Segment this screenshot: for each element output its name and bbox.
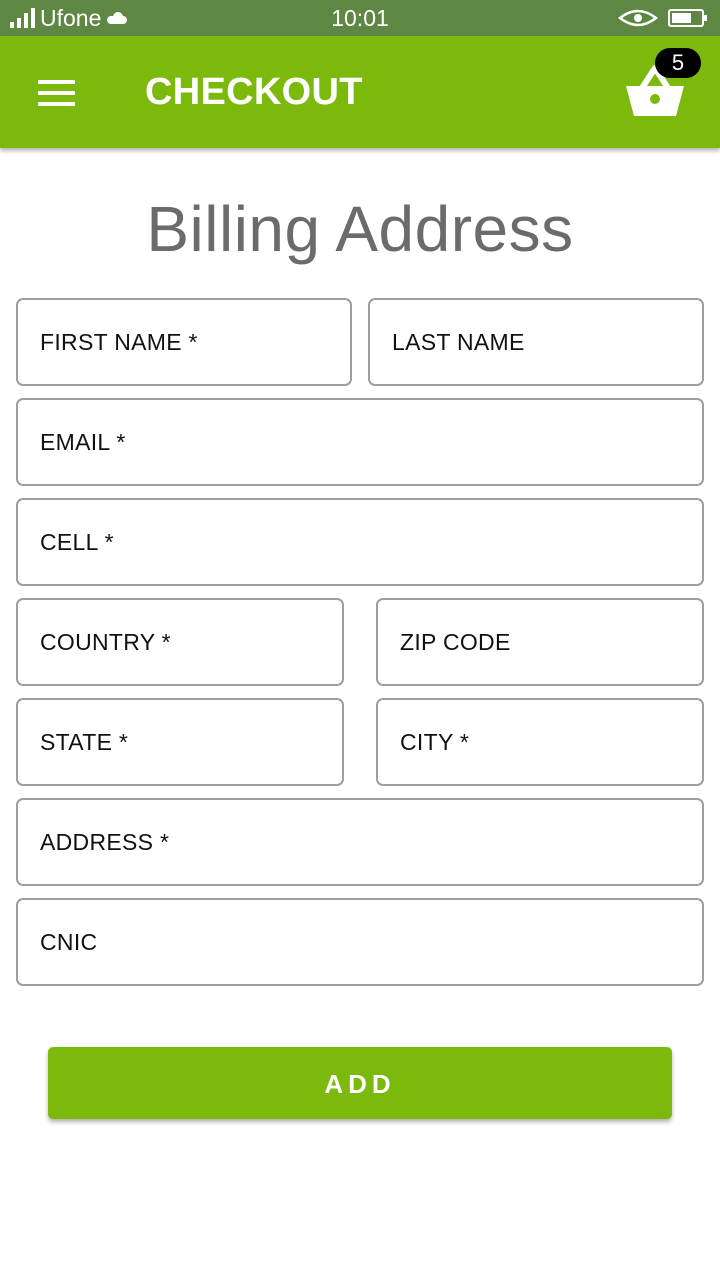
country-placeholder: COUNTRY * xyxy=(40,629,171,655)
address-field[interactable]: ADDRESS * xyxy=(16,798,704,886)
cnic-placeholder: CNIC xyxy=(40,929,98,955)
zip-code-field[interactable]: ZIP CODE xyxy=(376,598,704,686)
last-name-field[interactable]: LAST NAME xyxy=(368,298,704,386)
email-placeholder: EMAIL * xyxy=(40,429,126,455)
cart-count-badge: 5 xyxy=(655,48,701,78)
status-bar: Ufone 10:01 xyxy=(0,0,720,36)
eye-comfort-icon xyxy=(618,9,658,27)
battery-icon xyxy=(668,9,707,27)
zip-code-placeholder: ZIP CODE xyxy=(400,629,511,655)
menu-button[interactable] xyxy=(30,72,82,112)
state-placeholder: STATE * xyxy=(40,729,129,755)
city-placeholder: CITY * xyxy=(400,729,470,755)
app-bar: CHECKOUT xyxy=(0,36,720,148)
address-placeholder: ADDRESS * xyxy=(40,829,170,855)
first-name-field[interactable]: FIRST NAME * xyxy=(16,298,352,386)
cell-placeholder: CELL * xyxy=(40,529,114,555)
city-field[interactable]: CITY * xyxy=(376,698,704,786)
cell-field[interactable]: CELL * xyxy=(16,498,704,586)
cnic-field[interactable]: CNIC xyxy=(16,898,704,986)
billing-address-heading: Billing Address xyxy=(146,193,574,265)
email-field[interactable]: EMAIL * xyxy=(16,398,704,486)
first-name-placeholder: FIRST NAME * xyxy=(40,329,198,355)
state-field[interactable]: STATE * xyxy=(16,698,344,786)
status-time: 10:01 xyxy=(331,5,389,31)
country-field[interactable]: COUNTRY * xyxy=(16,598,344,686)
last-name-placeholder: LAST NAME xyxy=(392,329,525,355)
page-title: CHECKOUT xyxy=(145,71,363,113)
add-button[interactable]: ADD xyxy=(48,1047,672,1119)
